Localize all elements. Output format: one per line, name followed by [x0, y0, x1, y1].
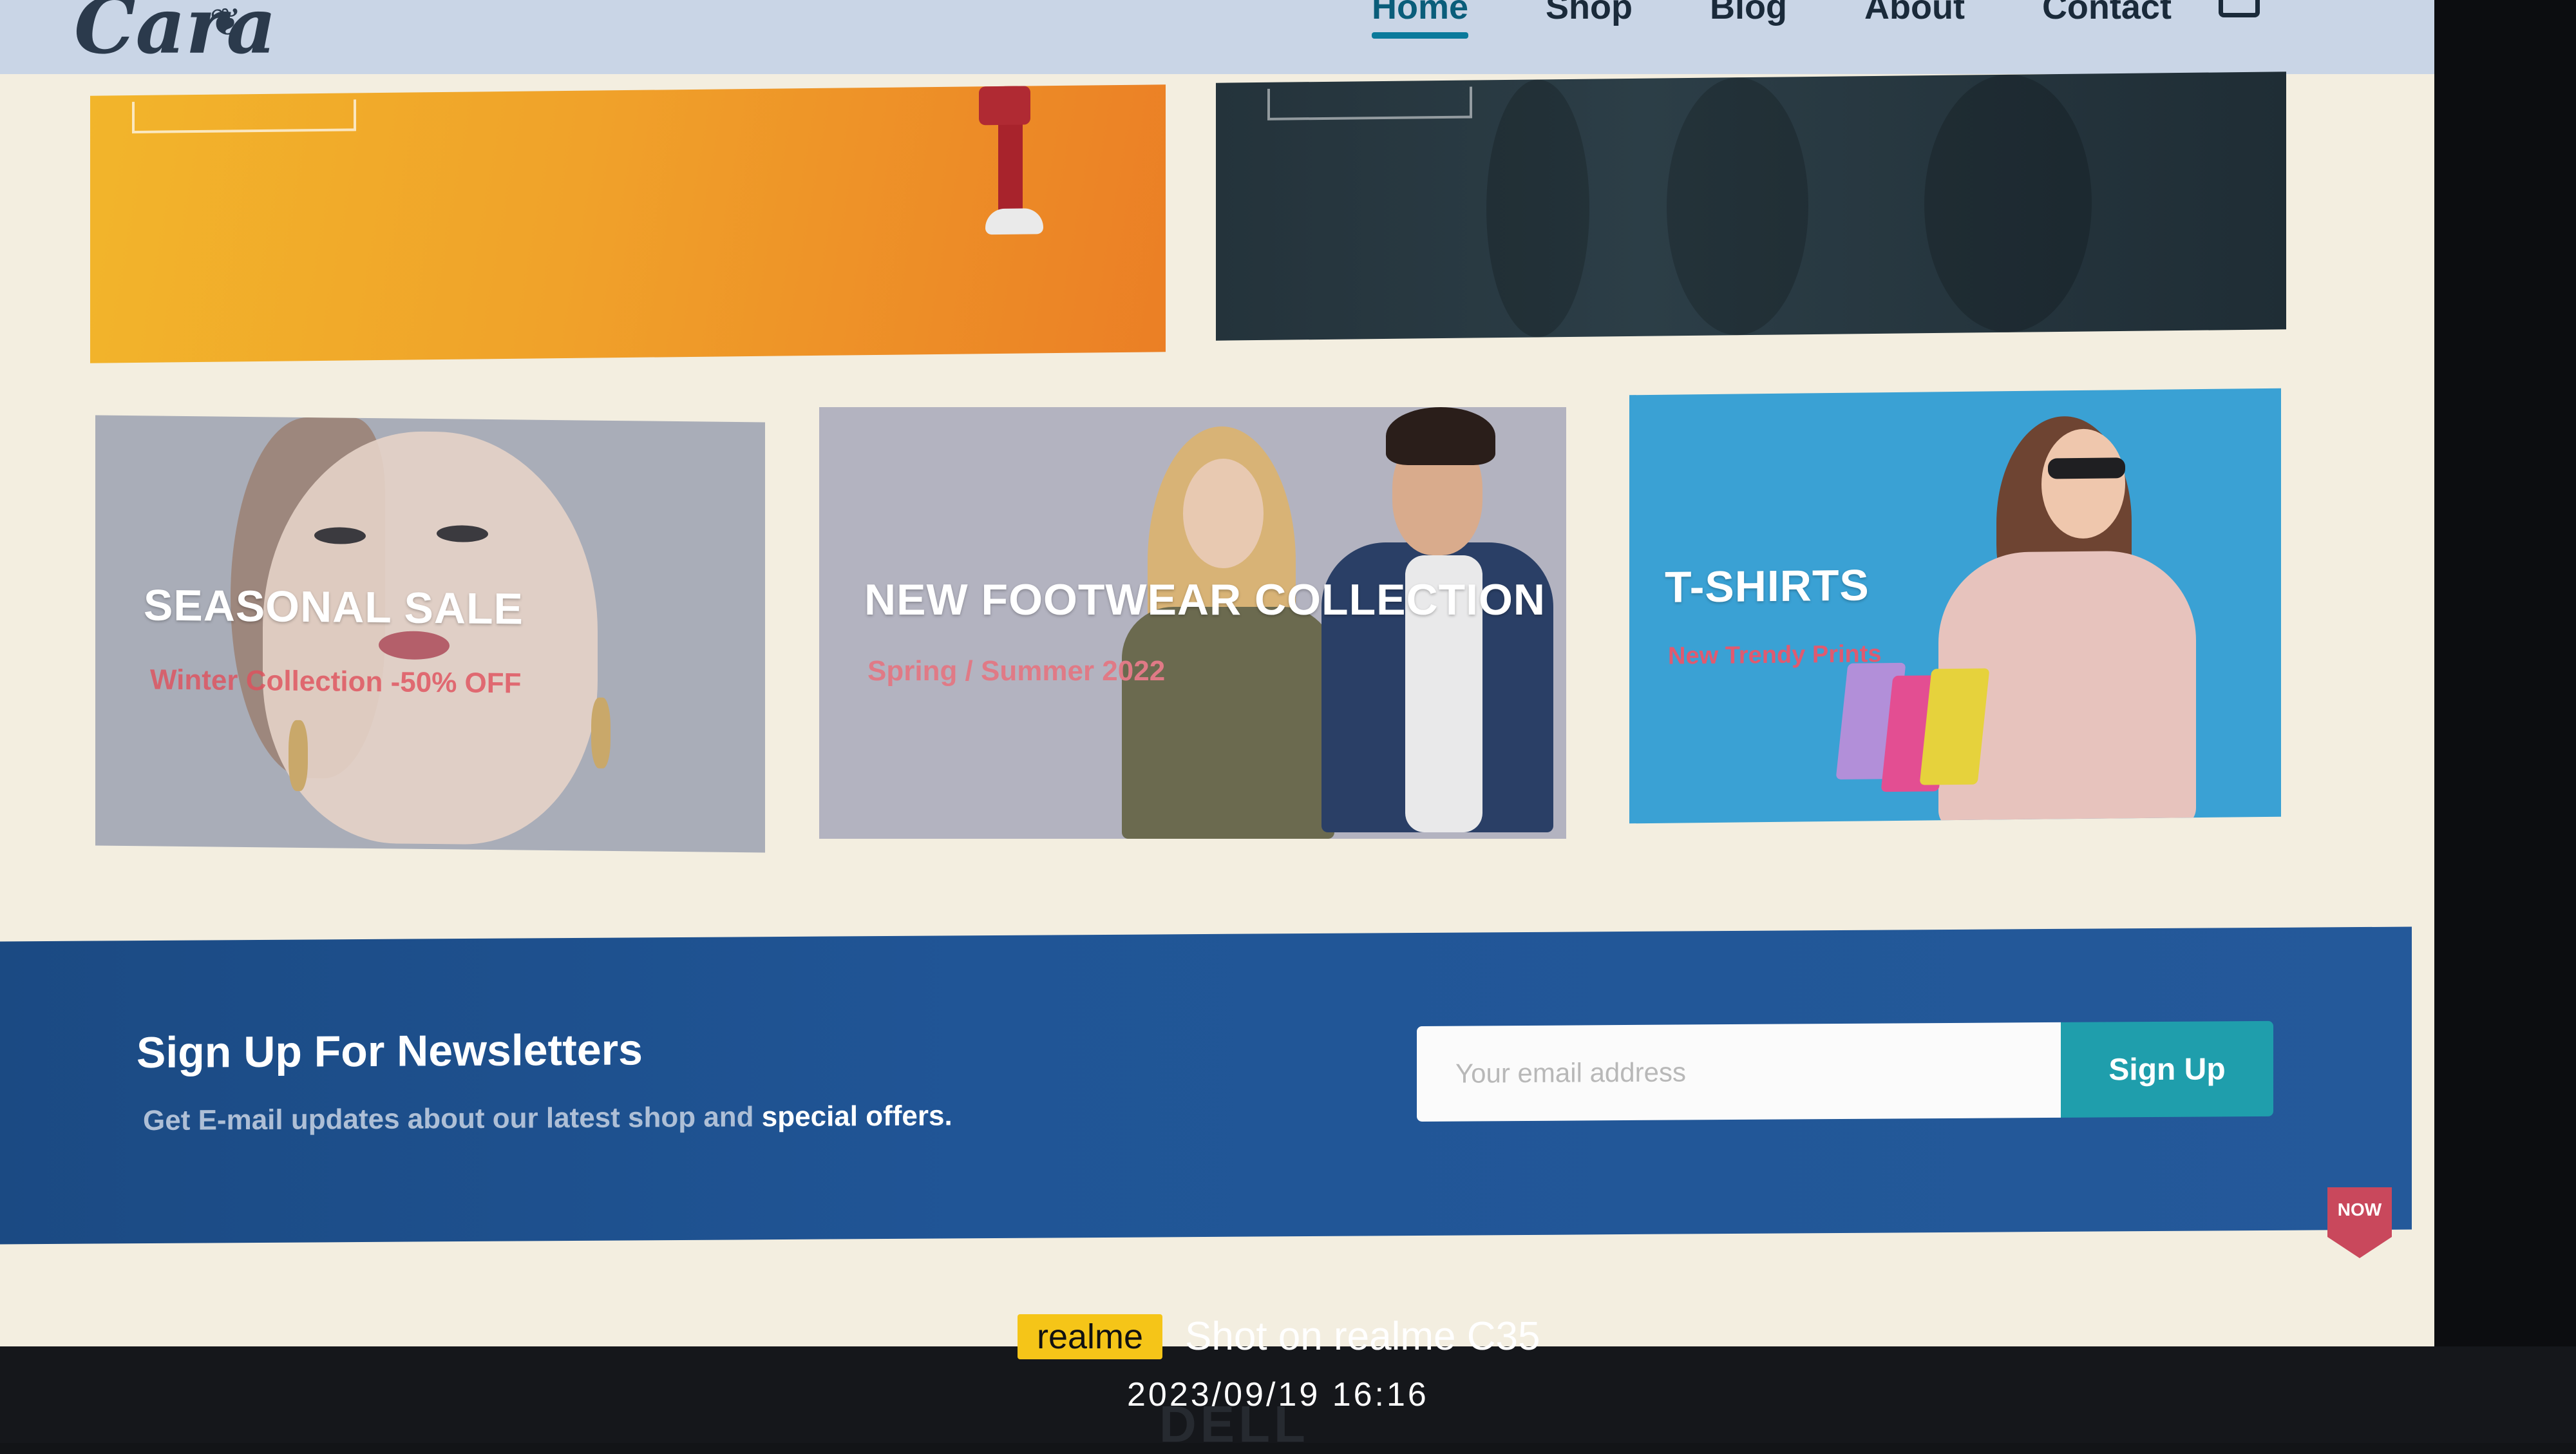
now-badge[interactable]: NOW — [2327, 1187, 2392, 1258]
newsletter-description: Get E-mail updates about our latest shop… — [143, 1100, 952, 1137]
model-figure — [972, 86, 1056, 260]
main-nav: Home Shop Blog About Contact — [1372, 0, 2172, 39]
email-input[interactable] — [1417, 1022, 2061, 1122]
browser-screen: Cara ❦ Home Shop Blog About Contact SEAS… — [0, 0, 2434, 1346]
card-title: SEASONAL SALE — [144, 580, 524, 634]
card-subtitle: Spring / Summer 2022 — [867, 655, 1166, 687]
newsletter-section: Sign Up For Newsletters Get E-mail updat… — [0, 926, 2412, 1245]
signup-button[interactable]: Sign Up — [2061, 1020, 2273, 1118]
shopping-bag-icon — [1919, 668, 1990, 785]
banner-yellow — [90, 84, 1166, 363]
camera-watermark: realme Shot on realme C35 2023/09/19 16:… — [1018, 1314, 1649, 1430]
newsletter-desc-text: Get E-mail updates about our latest shop… — [143, 1101, 754, 1137]
logo-leaf-icon: ❦ — [209, 1, 242, 44]
camera-shot-text: Shot on realme C35 — [1185, 1314, 1540, 1359]
card-subtitle: Winter Collection -50% OFF — [150, 664, 522, 700]
cart-icon[interactable] — [2219, 0, 2260, 17]
banner-seasonal-sale[interactable]: SEASONAL SALE Winter Collection -50% OFF — [95, 415, 765, 853]
banner-footwear[interactable]: NEW FOOTWEAR COLLECTION Spring / Summer … — [819, 407, 1566, 839]
banner-dark — [1216, 72, 2286, 341]
card-title: T-SHIRTS — [1665, 560, 1870, 612]
banner-button-outline[interactable] — [132, 99, 356, 134]
card-subtitle: New Trendy Prints — [1668, 640, 1882, 670]
nav-shop[interactable]: Shop — [1546, 0, 1633, 27]
site-header: Cara ❦ Home Shop Blog About Contact — [0, 0, 2434, 74]
newsletter-desc-highlight: special offers. — [761, 1100, 952, 1133]
logo[interactable]: Cara — [74, 0, 276, 72]
card-title: NEW FOOTWEAR COLLECTION — [864, 575, 1546, 624]
nav-home[interactable]: Home — [1372, 0, 1469, 39]
nav-contact[interactable]: Contact — [2042, 0, 2172, 27]
newsletter-title: Sign Up For Newsletters — [137, 1025, 643, 1078]
banner-tshirts[interactable]: T-SHIRTS New Trendy Prints — [1629, 388, 2281, 824]
banner-button-outline[interactable] — [1267, 86, 1472, 120]
nav-blog[interactable]: Blog — [1710, 0, 1787, 27]
camera-brand-badge: realme — [1018, 1314, 1162, 1359]
monitor-bezel — [2434, 0, 2576, 1443]
nav-about[interactable]: About — [1864, 0, 1965, 27]
monitor-logo: DELL — [1159, 1395, 1309, 1453]
